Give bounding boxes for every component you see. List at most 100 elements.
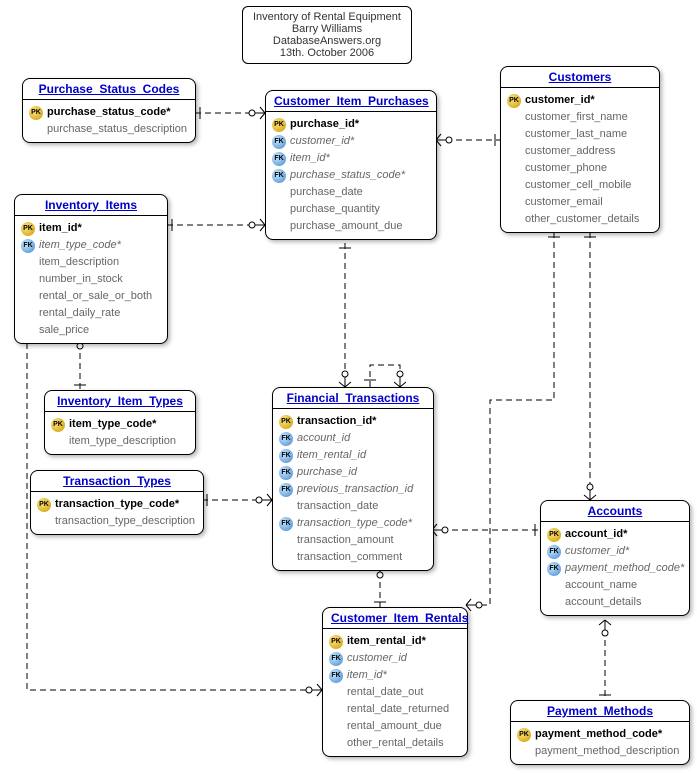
attribute-name: customer_last_name <box>525 127 627 142</box>
entity-title: Financial_Transactions <box>273 388 433 409</box>
no-key-spacer <box>37 515 51 529</box>
no-key-spacer <box>329 720 343 734</box>
attribute-name: customer_id* <box>565 544 629 559</box>
attribute-name: customer_email <box>525 195 603 210</box>
no-key-spacer <box>507 162 521 176</box>
attribute-name: purchase_id* <box>290 117 359 132</box>
attribute-name: other_rental_details <box>347 736 444 751</box>
attribute-name: transaction_amount <box>297 533 394 548</box>
attribute-row: FKtransaction_type_code* <box>279 515 427 532</box>
attribute-row: PK payment_method_code* <box>517 726 683 743</box>
attribute-row: PKitem_id* <box>21 220 161 237</box>
entity-customer-item-rentals: Customer_Item_Rentals PKitem_rental_id*F… <box>322 607 468 757</box>
attribute-row: FK purchase_id <box>279 464 427 481</box>
attribute-row: customer_email <box>507 194 653 211</box>
attribute-row: item_type_description <box>51 433 189 450</box>
primary-key-icon: PK <box>547 528 561 542</box>
attribute-name: transaction_type_code* <box>297 516 412 531</box>
attribute-row: account_details <box>547 594 683 611</box>
foreign-key-icon: FK <box>279 466 293 480</box>
foreign-key-icon: FK <box>279 449 293 463</box>
attribute-name: rental_or_sale_or_both <box>39 289 152 304</box>
no-key-spacer <box>507 128 521 142</box>
attribute-name: purchase_date <box>290 185 363 200</box>
foreign-key-icon: FK <box>547 545 561 559</box>
entity-inventory-items: Inventory_Items PKitem_id*FKitem_type_co… <box>14 194 168 344</box>
entity-title: Customers <box>501 67 659 88</box>
no-key-spacer <box>21 256 35 270</box>
primary-key-icon: PK <box>517 728 531 742</box>
attribute-row: FK item_rental_id <box>279 447 427 464</box>
attribute-row: rental_or_sale_or_both <box>21 288 161 305</box>
entity-accounts: Accounts PKaccount_id* FK customer_id*FKpa… <box>540 500 690 616</box>
attribute-name: item_type_code* <box>69 417 156 432</box>
attribute-name: previous_transaction_id <box>297 482 413 497</box>
attribute-name: purchase_id <box>297 465 357 480</box>
attribute-name: transaction_date <box>297 499 378 514</box>
attribute-row: FKpurchase_status_code* <box>272 167 430 184</box>
entity-title: Customer_Item_Purchases <box>266 91 436 112</box>
primary-key-icon: PK <box>37 498 51 512</box>
attribute-row: purchase_date <box>272 184 430 201</box>
foreign-key-icon: FK <box>329 652 343 666</box>
attribute-row: PKpurchase_status_code* <box>29 104 189 121</box>
attribute-name: transaction_type_code* <box>55 497 179 512</box>
attribute-row: PKaccount_id* <box>547 526 683 543</box>
attribute-row: FK item_type_code* <box>21 237 161 254</box>
attribute-name: transaction_comment <box>297 550 402 565</box>
attribute-row: PK transaction_type_code* <box>37 496 197 513</box>
entity-customer-item-purchases: Customer_Item_Purchases PKpurchase_id*FK… <box>265 90 437 240</box>
foreign-key-icon: FK <box>279 483 293 497</box>
attribute-row: FKcustomer_id* <box>272 133 430 150</box>
attribute-row: rental_date_returned <box>329 701 461 718</box>
primary-key-icon: PK <box>329 635 343 649</box>
foreign-key-icon: FK <box>21 239 35 253</box>
attribute-name: item_type_code* <box>39 238 121 253</box>
foreign-key-icon: FK <box>272 135 286 149</box>
no-key-spacer <box>547 596 561 610</box>
attribute-name: item_description <box>39 255 119 270</box>
attribute-name: payment_method_code* <box>535 727 662 742</box>
attribute-row: transaction_date <box>279 498 427 515</box>
attribute-name: other_customer_details <box>525 212 639 227</box>
primary-key-icon: PK <box>29 106 43 120</box>
no-key-spacer <box>279 534 293 548</box>
attribute-name: item_id* <box>39 221 82 236</box>
attribute-row: FK item_id* <box>272 150 430 167</box>
attribute-row: PK item_type_code* <box>51 416 189 433</box>
no-key-spacer <box>21 290 35 304</box>
primary-key-icon: PK <box>51 418 65 432</box>
title-line: DatabaseAnswers.org <box>253 35 401 47</box>
no-key-spacer <box>21 307 35 321</box>
no-key-spacer <box>29 123 43 137</box>
attribute-name: item_type_description <box>69 434 176 449</box>
attribute-row: FK customer_id* <box>547 543 683 560</box>
entity-customers: Customers PKcustomer_id*customer_first_n… <box>500 66 660 233</box>
foreign-key-icon: FK <box>272 152 286 166</box>
foreign-key-icon: FK <box>329 669 343 683</box>
attribute-row: transaction_amount <box>279 532 427 549</box>
attribute-name: item_rental_id <box>297 448 366 463</box>
entity-title: Accounts <box>541 501 689 522</box>
attribute-row: FK item_id* <box>329 667 461 684</box>
attribute-name: item_id* <box>290 151 330 166</box>
entity-title: Customer_Item_Rentals <box>323 608 467 629</box>
attribute-row: PKpurchase_id* <box>272 116 430 133</box>
attribute-row: purchase_quantity <box>272 201 430 218</box>
no-key-spacer <box>547 579 561 593</box>
attribute-name: transaction_type_description <box>55 514 195 529</box>
attribute-row: rental_date_out <box>329 684 461 701</box>
attribute-row: transaction_type_description <box>37 513 197 530</box>
attribute-name: customer_first_name <box>525 110 628 125</box>
entity-payment-methods: Payment_Methods PKpayment_method_code*pa… <box>510 700 690 765</box>
no-key-spacer <box>507 213 521 227</box>
attribute-row: rental_amount_due <box>329 718 461 735</box>
no-key-spacer <box>329 703 343 717</box>
no-key-spacer <box>329 737 343 751</box>
attribute-row: purchase_status_description <box>29 121 189 138</box>
attribute-name: item_id* <box>347 668 387 683</box>
title-line: Barry Williams <box>253 23 401 35</box>
attribute-name: transaction_id* <box>297 414 376 429</box>
attribute-row: FKpayment_method_code* <box>547 560 683 577</box>
attribute-name: rental_amount_due <box>347 719 442 734</box>
